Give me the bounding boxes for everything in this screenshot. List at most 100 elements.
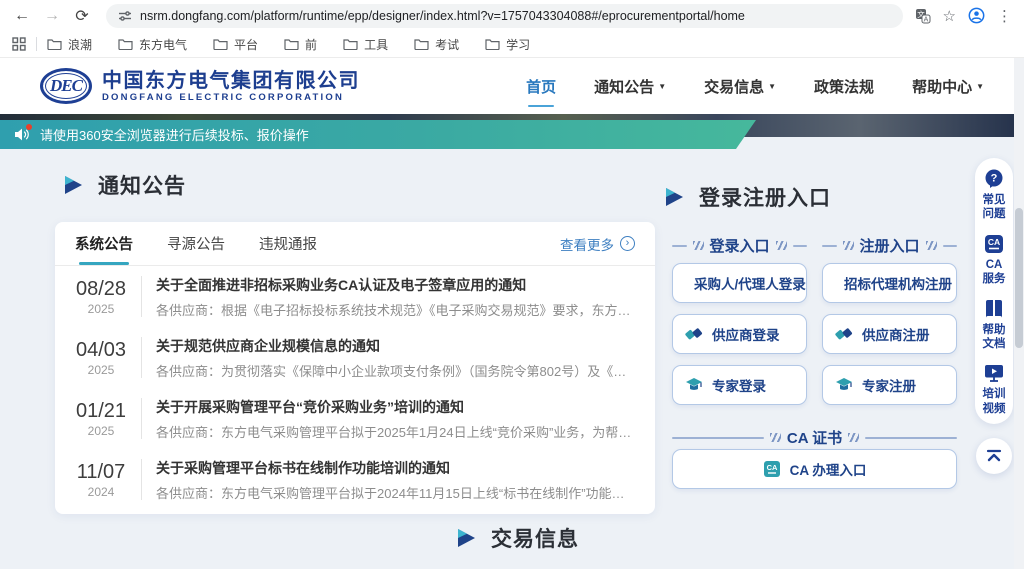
- handshake-icon: [685, 326, 703, 342]
- tab-violation-reports[interactable]: 违规通报: [259, 222, 317, 265]
- slash-decoration: [776, 241, 787, 250]
- menu-dots-icon[interactable]: ⋮: [997, 7, 1012, 25]
- notice-summary: 各供应商：东方电气采购管理平台拟于2024年11月15日上线“标书在线制作”功能…: [156, 483, 637, 502]
- notice-summary: 各供应商：为贯彻落实《保障中小企业款项支付条例》（国务院令第802号）及《中小企…: [156, 361, 637, 380]
- chevron-down-icon: ▼: [768, 82, 776, 91]
- notice-summary: 各供应商：东方电气采购管理平台拟于2025年1月24日上线“竞价采购”业务，为帮…: [156, 422, 637, 441]
- company-name: 中国东方电气集团有限公司: [102, 70, 360, 92]
- handshake-icon: [835, 326, 853, 342]
- notice-list-item[interactable]: 08/28 2025 关于全面推进非招标采购业务CA认证及电子签章应用的通知 各…: [55, 266, 655, 327]
- apps-grid-icon[interactable]: [12, 37, 26, 51]
- back-to-top-button[interactable]: [976, 438, 1012, 474]
- divider: [141, 276, 142, 317]
- site-settings-icon[interactable]: [118, 9, 132, 23]
- alert-dot: [26, 124, 32, 130]
- divider: [141, 398, 142, 439]
- bookmarks-bar: 浪潮 东方电气 平台 前 工具 考试 学习: [0, 31, 1024, 58]
- bidding-agency-register-button[interactable]: 招标代理机构注册: [822, 263, 957, 303]
- bookmark-folder[interactable]: 东方电气: [118, 36, 187, 53]
- refresh-icon[interactable]: ⟳: [70, 4, 94, 28]
- scrollbar[interactable]: [1014, 58, 1024, 569]
- graduation-cap-icon: [685, 377, 703, 393]
- bookmark-star-icon[interactable]: ☆: [943, 7, 956, 25]
- hero-banner-strip: 请使用360安全浏览器进行后续投标、报价操作: [0, 114, 1024, 137]
- address-bar[interactable]: nsrm.dongfang.com/platform/runtime/epp/d…: [106, 4, 903, 28]
- ca-badge-icon: CA: [983, 233, 1005, 255]
- top-arrow-icon: [985, 449, 1003, 463]
- notice-title[interactable]: 关于采购管理平台标书在线制作功能培训的通知: [156, 458, 637, 478]
- faq-button[interactable]: ? 常见问题: [981, 168, 1007, 222]
- browser-toolbar: ← → ⟳ nsrm.dongfang.com/platform/runtime…: [0, 0, 1024, 31]
- section-arrow-icon: [62, 174, 84, 196]
- slash-decoration: [693, 241, 704, 250]
- nav-home[interactable]: 首页: [526, 70, 556, 103]
- speaker-icon: [14, 127, 32, 143]
- translate-icon[interactable]: 文 A: [915, 8, 931, 24]
- divider: [141, 459, 142, 500]
- slash-decoration: [926, 241, 937, 250]
- bookmark-folder[interactable]: 考试: [414, 36, 459, 53]
- chevron-down-icon: ▼: [976, 82, 984, 91]
- company-name-en: DONGFANG ELECTRIC CORPORATION: [102, 92, 360, 103]
- svg-text:CA: CA: [988, 237, 1000, 247]
- register-entries-header: 注册入口: [822, 235, 957, 256]
- warning-text: 请使用360安全浏览器进行后续投标、报价操作: [40, 125, 309, 144]
- tab-sourcing-notices[interactable]: 寻源公告: [167, 222, 225, 265]
- bookmark-folder[interactable]: 浪潮: [47, 36, 92, 53]
- divider: [36, 37, 37, 51]
- notice-date: 04/03 2025: [65, 338, 137, 377]
- ca-service-button[interactable]: CA CA服务: [981, 233, 1007, 287]
- graduation-cap-icon: [835, 377, 853, 393]
- scrollbar-thumb[interactable]: [1015, 208, 1023, 348]
- profile-icon[interactable]: [968, 7, 985, 24]
- trade-section-title: 交易信息: [455, 523, 579, 553]
- divider: [141, 337, 142, 378]
- nav-help-center[interactable]: 帮助中心▼: [912, 70, 984, 103]
- notice-date: 11/07 2024: [65, 460, 137, 499]
- svg-text:CA: CA: [766, 463, 777, 472]
- notice-title[interactable]: 关于规范供应商企业规模信息的通知: [156, 336, 637, 356]
- section-arrow-icon: [455, 527, 477, 549]
- notice-list-item[interactable]: 11/07 2024 关于采购管理平台标书在线制作功能培训的通知 各供应商：东方…: [55, 449, 655, 510]
- main-content: 通知公告 系统公告 寻源公告 违规通报 查看更多 › 08/28 2025 关于…: [0, 137, 1024, 569]
- help-doc-icon: [983, 298, 1005, 320]
- login-section-title: 登录注册入口: [663, 182, 831, 212]
- notices-section-title: 通知公告: [62, 170, 186, 200]
- back-icon[interactable]: ←: [10, 4, 34, 28]
- notice-summary: 各供应商：根据《电子招标投标系统技术规范》《电子采购交易规范》要求，东方电气采购…: [156, 300, 637, 319]
- nav-policies[interactable]: 政策法规: [814, 70, 874, 103]
- help-doc-button[interactable]: 帮助文档: [981, 298, 1007, 352]
- ca-apply-button[interactable]: CA CA 办理入口: [672, 449, 957, 489]
- slash-decoration: [843, 241, 854, 250]
- buyer-agent-login-button[interactable]: 采购人/代理人登录: [672, 263, 807, 303]
- url-text: nsrm.dongfang.com/platform/runtime/epp/d…: [140, 9, 745, 23]
- notice-title[interactable]: 关于全面推进非招标采购业务CA认证及电子签章应用的通知: [156, 275, 637, 295]
- bookmark-folder[interactable]: 工具: [343, 36, 388, 53]
- slash-decoration: [848, 433, 859, 442]
- nav-trade-info[interactable]: 交易信息▼: [704, 70, 776, 103]
- dec-logo-icon: DEC: [40, 68, 92, 104]
- notice-list-item[interactable]: 01/21 2025 关于开展采购管理平台“竞价采购业务”培训的通知 各供应商：…: [55, 388, 655, 449]
- chevron-down-icon: ▼: [658, 82, 666, 91]
- nav-notices[interactable]: 通知公告▼: [594, 70, 666, 103]
- expert-login-button[interactable]: 专家登录: [672, 365, 807, 405]
- notice-date: 01/21 2025: [65, 399, 137, 438]
- bookmark-folder[interactable]: 学习: [485, 36, 530, 53]
- forward-icon[interactable]: →: [40, 4, 64, 28]
- bookmark-folder[interactable]: 前: [284, 36, 317, 53]
- supplier-login-button[interactable]: 供应商登录: [672, 314, 807, 354]
- bookmark-folder[interactable]: 平台: [213, 36, 258, 53]
- notice-title[interactable]: 关于开展采购管理平台“竞价采购业务”培训的通知: [156, 397, 637, 417]
- tab-system-notices[interactable]: 系统公告: [75, 222, 133, 265]
- ca-cert-header: CA 证书: [672, 427, 957, 448]
- floating-help-rail: ? 常见问题 CA CA服务 帮助文档 培训视频: [975, 158, 1013, 424]
- notices-card: 系统公告 寻源公告 违规通报 查看更多 › 08/28 2025 关于全面推进非…: [55, 222, 655, 514]
- browser-warning-bar: 请使用360安全浏览器进行后续投标、报价操作: [0, 120, 756, 149]
- notice-list-item[interactable]: 04/03 2025 关于规范供应商企业规模信息的通知 各供应商：为贯彻落实《保…: [55, 327, 655, 388]
- training-video-button[interactable]: 培训视频: [981, 362, 1007, 416]
- company-logo[interactable]: DEC 中国东方电气集团有限公司 DONGFANG ELECTRIC CORPO…: [40, 68, 360, 104]
- main-nav: 首页 通知公告▼ 交易信息▼ 政策法规 帮助中心▼: [526, 70, 984, 103]
- expert-register-button[interactable]: 专家注册: [822, 365, 957, 405]
- view-more-link[interactable]: 查看更多 ›: [560, 234, 635, 254]
- supplier-register-button[interactable]: 供应商注册: [822, 314, 957, 354]
